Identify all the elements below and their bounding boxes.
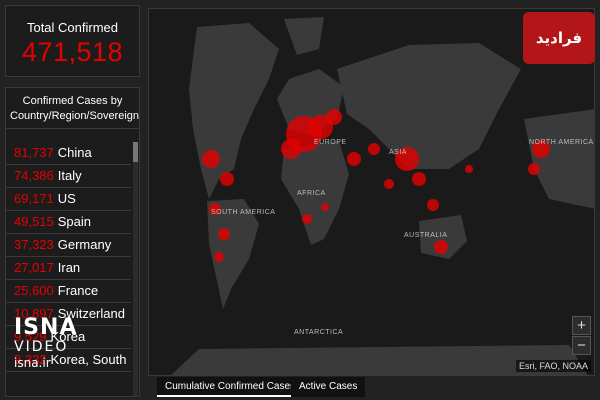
country-list-header: Confirmed Cases by Country/Region/Sovere… <box>6 88 139 129</box>
case-marker <box>384 179 394 189</box>
total-confirmed-label: Total Confirmed <box>26 20 119 35</box>
watermark-line1: ISNA <box>14 315 78 340</box>
list-scrollbar[interactable] <box>133 142 138 396</box>
case-count: 27,017 <box>14 260 54 275</box>
case-marker <box>434 240 448 254</box>
watermark-line2: VIDEO <box>14 339 69 355</box>
country-name: US <box>57 191 76 206</box>
total-confirmed-value: 471,518 <box>21 37 124 67</box>
continent-label-europe: EUROPE <box>314 139 347 146</box>
continent-label-antarctica: ANTARCTICA <box>294 329 343 336</box>
case-marker <box>347 152 361 166</box>
case-count: 49,515 <box>14 214 54 229</box>
continent-label-south-america: SOUTH AMERICA <box>211 209 275 216</box>
case-marker <box>214 252 224 262</box>
list-item[interactable]: 69,171 US <box>6 188 131 211</box>
total-confirmed-panel: Total Confirmed 471,518 <box>5 5 140 77</box>
continent-label-north-america: NORTH AMERICA <box>529 139 594 146</box>
case-marker <box>412 172 426 186</box>
case-count: 81,737 <box>14 145 54 160</box>
country-name: China <box>57 145 92 160</box>
case-count: 69,171 <box>14 191 54 206</box>
case-marker <box>281 139 301 159</box>
tab-cumulative-confirmed[interactable]: Cumulative Confirmed Cases <box>157 377 304 397</box>
case-marker <box>427 199 439 211</box>
case-marker <box>528 163 540 175</box>
country-name: Iran <box>57 260 81 275</box>
country-name: France <box>57 283 99 298</box>
continent-label-africa: AFRICA <box>297 190 326 197</box>
case-marker <box>218 228 230 240</box>
case-count: 74,386 <box>14 168 54 183</box>
case-marker <box>202 150 220 168</box>
zoom-out-button[interactable]: − <box>572 336 591 355</box>
case-marker <box>321 203 329 211</box>
case-marker <box>302 214 312 224</box>
map-canvas: EUROPE ASIA AFRICA SOUTH AMERICA AUSTRAL… <box>149 9 594 375</box>
list-item[interactable]: 37,323 Germany <box>6 234 131 257</box>
continent-label-asia: ASIA <box>389 149 407 156</box>
watermark-line3: isna.ir <box>14 356 51 370</box>
case-count: 37,323 <box>14 237 54 252</box>
map-attribution: Esri, FAO, NOAA <box>516 360 592 372</box>
tab-active-cases[interactable]: Active Cases <box>291 377 366 397</box>
zoom-in-button[interactable]: + <box>572 316 591 335</box>
country-name: Spain <box>57 214 92 229</box>
country-name: Italy <box>57 168 82 183</box>
case-marker <box>220 172 234 186</box>
scrollbar-thumb[interactable] <box>133 142 138 162</box>
case-count: 25,600 <box>14 283 54 298</box>
list-item[interactable]: 27,017 Iran <box>6 257 131 280</box>
country-name: Germany <box>57 237 112 252</box>
case-marker <box>326 109 342 125</box>
isna-video-watermark: ISNA VIDEO isna.ir <box>14 317 94 371</box>
list-item[interactable]: 74,386 Italy <box>6 165 131 188</box>
list-item[interactable]: 49,515 Spain <box>6 211 131 234</box>
faradeed-logo: فرادید <box>523 12 595 64</box>
continent-label-australia: AUSTRALIA <box>404 232 447 239</box>
case-marker <box>465 165 473 173</box>
case-marker <box>368 143 380 155</box>
list-item[interactable]: 25,600 France <box>6 280 131 303</box>
list-item[interactable]: 81,737 China <box>6 142 131 165</box>
